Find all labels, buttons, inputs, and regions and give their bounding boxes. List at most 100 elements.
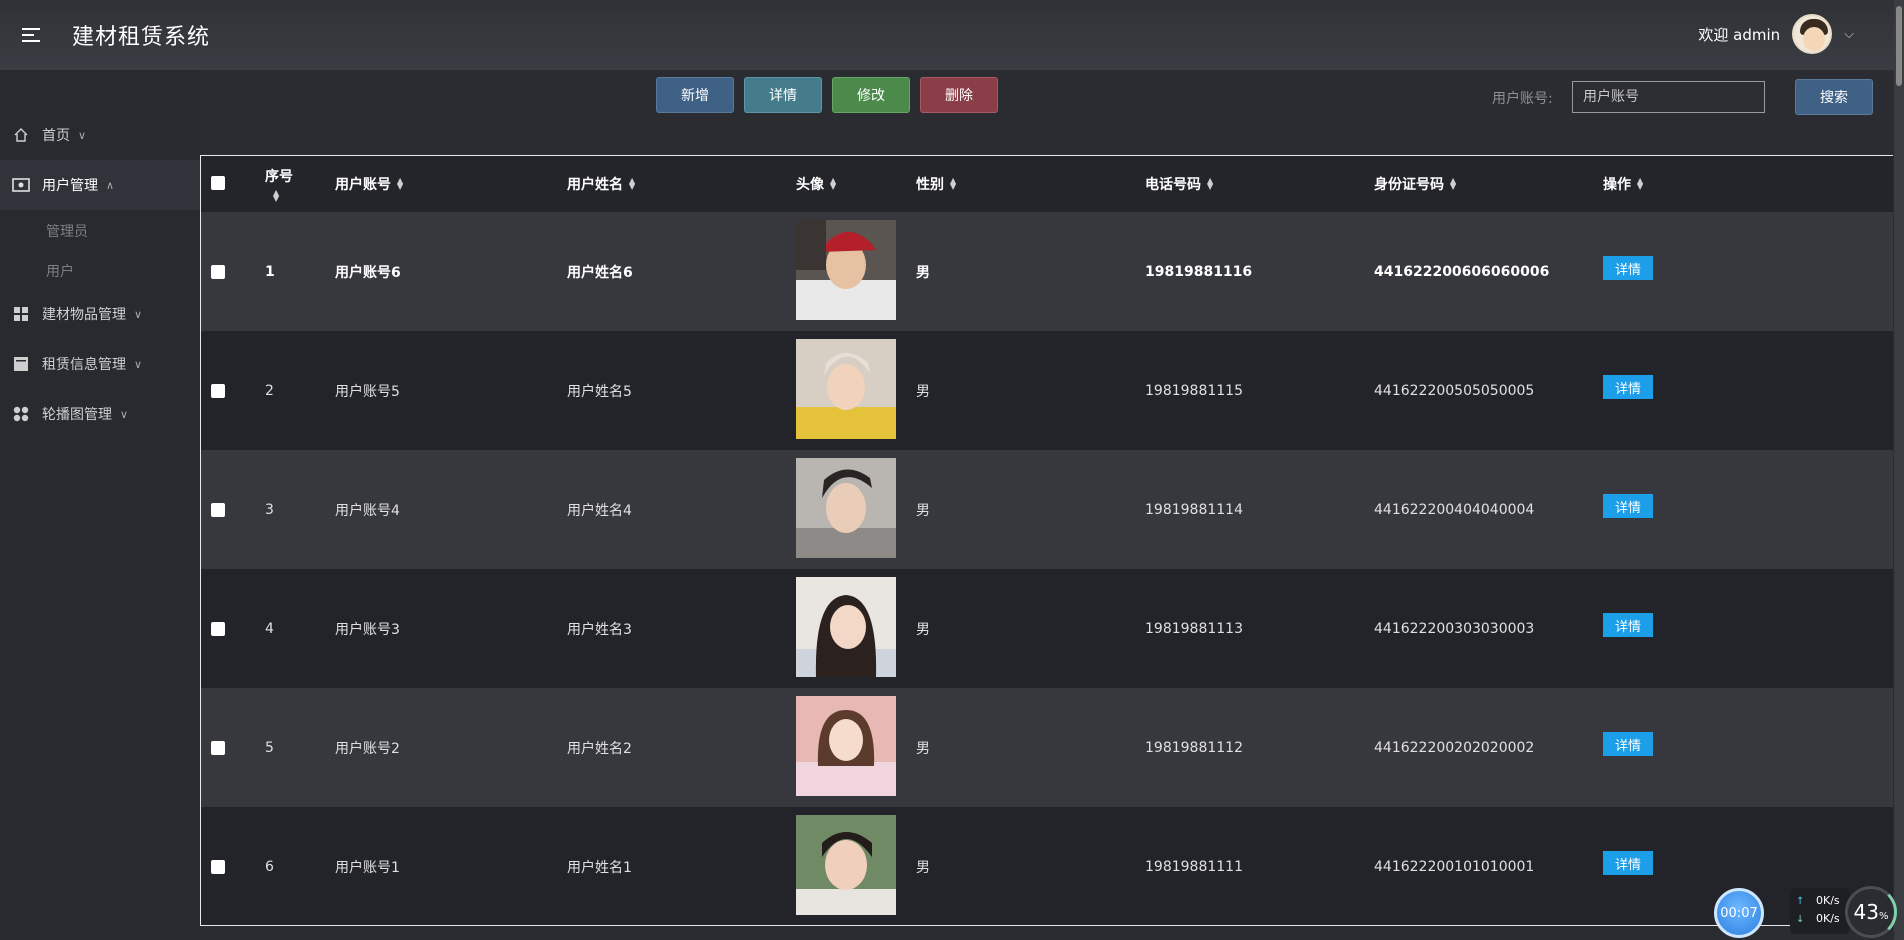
row-checkbox[interactable] xyxy=(211,622,225,636)
column-name[interactable]: 用户姓名 ▲ ▼ xyxy=(567,156,635,212)
sidebar-item-home[interactable]: 首页 ∨ xyxy=(0,110,200,160)
row-checkbox[interactable] xyxy=(211,860,225,874)
cell-phone: 19819881116 xyxy=(1145,263,1253,280)
user-table: 序号 ▲ ▼ 用户账号 ▲ ▼ 用户姓名 ▲ ▼ 头像 ▲ ▼ 性别 ▲ ▼ 电话号码 ▲… xyxy=(200,155,1893,926)
select-all-checkbox[interactable] xyxy=(211,176,225,190)
column-action[interactable]: 操作 ▲ ▼ xyxy=(1603,156,1643,212)
welcome-text: 欢迎 admin xyxy=(1698,25,1781,44)
page-scrollbar[interactable] xyxy=(1894,0,1904,940)
table-row[interactable]: 3 用户账号4 用户姓名4 男 19819881114 441622200404… xyxy=(201,450,1893,569)
user-menu[interactable]: 欢迎 admin ⌵ xyxy=(1698,14,1854,54)
cell-phone: 19819881112 xyxy=(1145,739,1243,756)
row-detail-button[interactable]: 详情 xyxy=(1603,256,1653,280)
network-speed-widget: ↑ 0K/s ↓ 0K/s xyxy=(1790,888,1850,934)
cell-phone: 19819881114 xyxy=(1145,501,1243,518)
row-checkbox[interactable] xyxy=(211,384,225,398)
timer-badge[interactable]: 00:07 xyxy=(1714,888,1764,938)
table-row[interactable]: 6 用户账号1 用户姓名1 男 19819881111 441622200101… xyxy=(201,807,1893,925)
sidebar-item-rental[interactable]: 租赁信息管理 ∨ xyxy=(0,339,200,389)
cell-seq: 6 xyxy=(265,858,274,875)
search-input[interactable] xyxy=(1572,81,1765,113)
avatar-photo xyxy=(796,577,896,677)
cell-idcard: 441622200101010001 xyxy=(1374,858,1535,875)
row-detail-button[interactable]: 详情 xyxy=(1603,732,1653,756)
sidebar-subitem-admin[interactable]: 管理员 xyxy=(46,221,88,241)
chevron-down-icon: ∨ xyxy=(120,407,129,421)
avatar-photo xyxy=(796,696,896,796)
row-checkbox[interactable] xyxy=(211,503,225,517)
column-label: 性别 xyxy=(916,177,944,193)
table-header: 序号 ▲ ▼ 用户账号 ▲ ▼ 用户姓名 ▲ ▼ 头像 ▲ ▼ 性别 ▲ ▼ 电话号码 ▲… xyxy=(201,156,1893,212)
sidebar-item-user-management[interactable]: 用户管理 ∧ xyxy=(0,160,200,210)
detail-button[interactable]: 详情 xyxy=(744,77,822,113)
top-header: 建材租赁系统 欢迎 admin ⌵ xyxy=(0,0,1904,70)
column-seq[interactable]: 序号 ▲ ▼ xyxy=(265,156,293,212)
avatar-photo xyxy=(796,220,896,320)
cell-idcard: 441622200202020002 xyxy=(1374,739,1535,756)
column-label: 电话号码 xyxy=(1145,177,1201,193)
table-row[interactable]: 2 用户账号5 用户姓名5 男 19819881115 441622200505… xyxy=(201,331,1893,450)
column-gender[interactable]: 性别 ▲ ▼ xyxy=(916,156,956,212)
column-phone[interactable]: 电话号码 ▲ ▼ xyxy=(1145,156,1213,212)
sort-icon[interactable]: ▲ ▼ xyxy=(397,177,403,191)
cell-idcard: 441622200606060006 xyxy=(1374,263,1550,280)
sort-icon[interactable]: ▲ ▼ xyxy=(830,177,836,191)
sort-icon[interactable]: ▲ ▼ xyxy=(1637,177,1643,191)
search-button[interactable]: 搜索 xyxy=(1795,79,1873,115)
memory-usage-badge[interactable]: 43% xyxy=(1845,886,1897,938)
avatar[interactable] xyxy=(1792,14,1833,54)
memory-percent: 43 xyxy=(1853,900,1879,924)
grid-icon xyxy=(12,305,30,323)
column-label: 用户姓名 xyxy=(567,177,623,193)
sort-icon[interactable]: ▲ ▼ xyxy=(950,177,956,191)
delete-button[interactable]: 删除 xyxy=(920,77,998,113)
row-detail-button[interactable]: 详情 xyxy=(1603,375,1653,399)
upload-icon: ↑ xyxy=(1796,896,1805,907)
search-label: 用户账号: xyxy=(1492,91,1553,107)
cell-name: 用户姓名4 xyxy=(567,502,632,519)
column-label: 操作 xyxy=(1603,177,1631,193)
cell-account: 用户账号4 xyxy=(335,502,400,519)
table-row[interactable]: 4 用户账号3 用户姓名3 男 19819881113 441622200303… xyxy=(201,569,1893,688)
chevron-down-icon[interactable]: ⌵ xyxy=(1844,27,1854,42)
sidebar-item-materials[interactable]: 建材物品管理 ∨ xyxy=(0,289,200,339)
cell-account: 用户账号3 xyxy=(335,621,400,638)
cell-gender: 男 xyxy=(916,859,930,876)
cell-idcard: 441622200404040004 xyxy=(1374,501,1535,518)
row-detail-button[interactable]: 详情 xyxy=(1603,851,1653,875)
app-title: 建材租赁系统 xyxy=(72,25,211,50)
row-checkbox[interactable] xyxy=(211,741,225,755)
sort-icon[interactable]: ▲ ▼ xyxy=(1450,177,1456,191)
column-avatar[interactable]: 头像 ▲ ▼ xyxy=(796,156,836,212)
cell-seq: 5 xyxy=(265,739,274,756)
sort-icon[interactable]: ▲ ▼ xyxy=(273,189,279,203)
column-label: 序号 xyxy=(265,169,293,185)
add-button[interactable]: 新增 xyxy=(656,77,734,113)
row-detail-button[interactable]: 详情 xyxy=(1603,613,1653,637)
avatar-photo xyxy=(796,815,896,915)
sort-icon[interactable]: ▲ ▼ xyxy=(1207,177,1213,191)
row-detail-button[interactable]: 详情 xyxy=(1603,494,1653,518)
cell-phone: 19819881113 xyxy=(1145,620,1243,637)
column-idcard[interactable]: 身份证号码 ▲ ▼ xyxy=(1374,156,1456,212)
sidebar-subitem-user[interactable]: 用户 xyxy=(46,261,74,281)
cell-phone: 19819881115 xyxy=(1145,382,1243,399)
chevron-up-icon: ∧ xyxy=(106,178,115,192)
cell-name: 用户姓名1 xyxy=(567,859,632,876)
chevron-down-icon: ∨ xyxy=(78,128,87,142)
column-account[interactable]: 用户账号 ▲ ▼ xyxy=(335,156,403,212)
sidebar-item-label: 建材物品管理 xyxy=(42,307,126,323)
table-row[interactable]: 1 用户账号6 用户姓名6 男 19819881116 441622200606… xyxy=(201,212,1893,331)
chevron-down-icon: ∨ xyxy=(134,307,143,321)
sidebar-item-carousel[interactable]: 轮播图管理 ∨ xyxy=(0,389,200,439)
sidebar-item-label: 轮播图管理 xyxy=(42,407,112,423)
sidebar: 首页 ∨ 用户管理 ∧ 管理员 用户 建材物品管理 ∨ 租赁信息管理 ∨ 轮播图… xyxy=(0,70,200,940)
circles-icon xyxy=(12,405,30,423)
sort-icon[interactable]: ▲ ▼ xyxy=(629,177,635,191)
column-label: 用户账号 xyxy=(335,177,391,193)
menu-toggle-icon[interactable] xyxy=(22,28,40,42)
edit-button[interactable]: 修改 xyxy=(832,77,910,113)
row-checkbox[interactable] xyxy=(211,265,225,279)
table-row[interactable]: 5 用户账号2 用户姓名2 男 19819881112 441622200202… xyxy=(201,688,1893,807)
cell-gender: 男 xyxy=(916,740,930,757)
